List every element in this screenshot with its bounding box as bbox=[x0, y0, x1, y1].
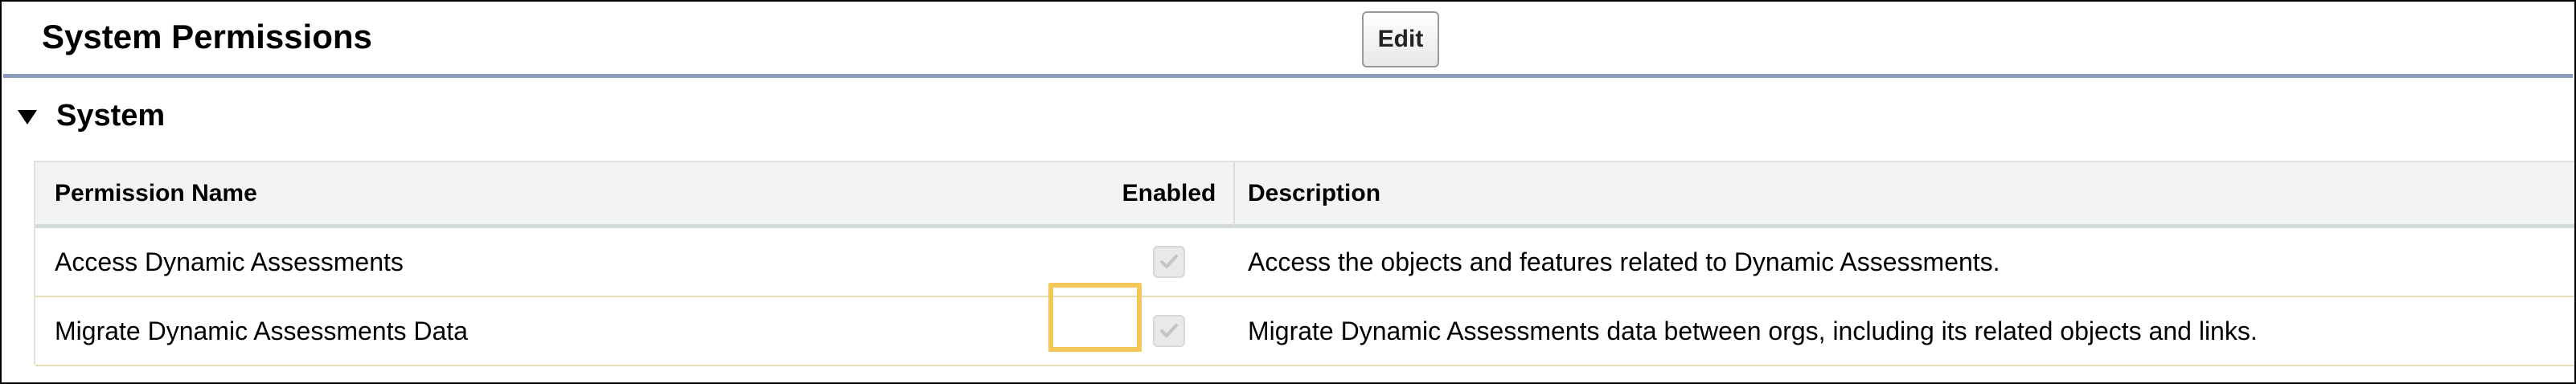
highlight-box bbox=[1048, 283, 1142, 352]
edit-button[interactable]: Edit bbox=[1362, 11, 1439, 67]
permission-description: Migrate Dynamic Assessments data between… bbox=[1248, 316, 2258, 345]
table-row: Access Dynamic Assessments Access the ob… bbox=[35, 228, 2574, 297]
page-header: System Permissions Edit bbox=[3, 3, 2573, 78]
section-header-system[interactable]: System bbox=[18, 93, 165, 138]
permissions-table: Permission Name Enabled Description Acce… bbox=[34, 161, 2574, 366]
permission-name: Migrate Dynamic Assessments Data bbox=[55, 316, 468, 345]
column-header-permission-name: Permission Name bbox=[55, 179, 257, 206]
column-header-enabled: Enabled bbox=[1122, 179, 1216, 206]
column-divider bbox=[1233, 162, 1235, 228]
permissions-panel: System Permissions Edit System Permissio… bbox=[0, 0, 2576, 384]
checkmark-icon bbox=[1160, 255, 1178, 268]
checkmark-icon bbox=[1160, 324, 1178, 337]
section-title: System bbox=[56, 98, 166, 133]
permission-name: Access Dynamic Assessments bbox=[55, 247, 404, 276]
enabled-checkbox[interactable] bbox=[1153, 315, 1185, 347]
table-header-row: Permission Name Enabled Description bbox=[35, 162, 2574, 228]
page-title: System Permissions bbox=[42, 18, 372, 55]
enabled-checkbox[interactable] bbox=[1153, 246, 1185, 278]
table-row: Migrate Dynamic Assessments Data Migrate… bbox=[35, 297, 2574, 366]
column-header-description: Description bbox=[1248, 179, 1381, 206]
triangle-down-icon[interactable] bbox=[18, 110, 37, 125]
permission-description: Access the objects and features related … bbox=[1248, 247, 2000, 276]
